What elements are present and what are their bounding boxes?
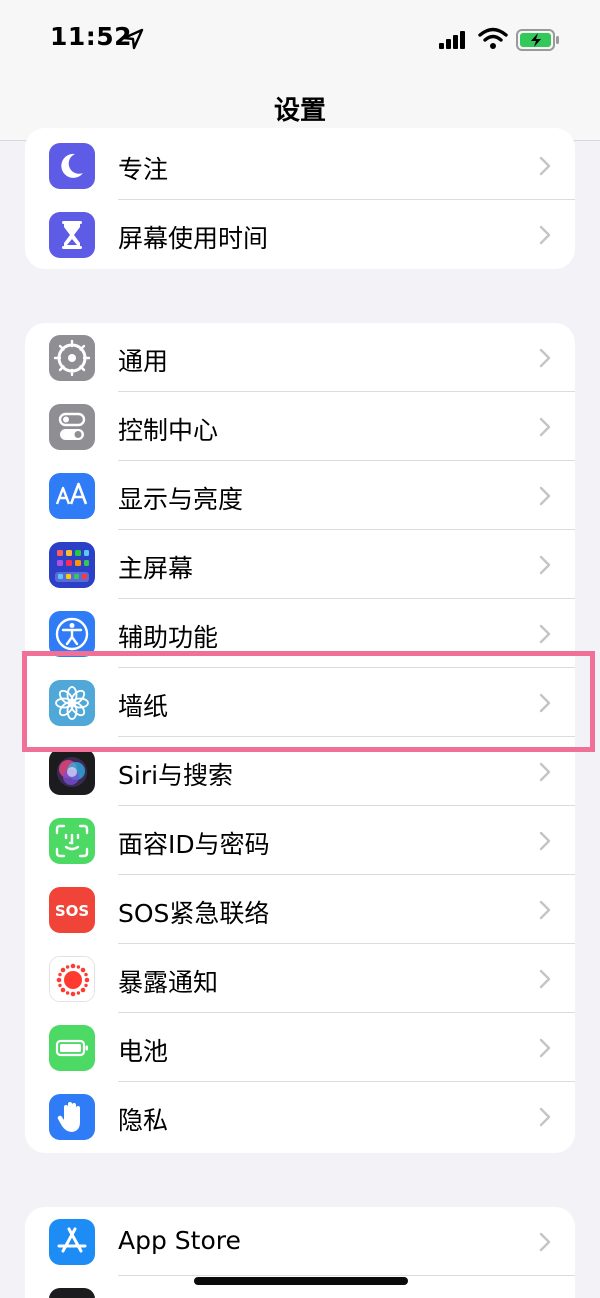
chevron-right-icon: [539, 555, 551, 575]
chevron-right-icon: [539, 1038, 551, 1058]
settings-row-face-id[interactable]: 面容ID与密码: [25, 806, 575, 875]
chevron-right-icon: [539, 486, 551, 506]
wifi-icon: [478, 27, 508, 49]
face-id-icon: [49, 818, 95, 864]
page-title: 设置: [273, 96, 326, 126]
chevron-right-icon: [539, 1107, 551, 1127]
moon-icon: [49, 143, 95, 189]
sos-icon: SOS: [49, 887, 95, 933]
settings-row-label: App Store: [118, 1226, 241, 1255]
wallet-icon: [49, 1288, 95, 1298]
chevron-right-icon: [539, 831, 551, 851]
svg-text:SOS: SOS: [55, 902, 89, 920]
siri-orb-icon: [49, 749, 95, 795]
settings-row-battery[interactable]: 电池: [25, 1013, 575, 1082]
hand-icon: [49, 1094, 95, 1140]
settings-row-label: 显示与亮度: [118, 485, 244, 514]
settings-row-label: 隐私: [118, 1106, 169, 1135]
settings-row-label: 通用: [118, 347, 169, 376]
settings-row-wallpaper[interactable]: 墙纸: [25, 668, 575, 737]
text-size-icon: [49, 473, 95, 519]
settings-row-label: 屏幕使用时间: [118, 224, 269, 253]
settings-row-label: 电池: [118, 1037, 169, 1066]
chevron-right-icon: [539, 762, 551, 782]
chevron-right-icon: [539, 900, 551, 920]
app-store-icon: [49, 1219, 95, 1265]
settings-row-label: 面容ID与密码: [118, 830, 270, 859]
settings-row-control-center[interactable]: 控制中心: [25, 392, 575, 461]
settings-row-privacy[interactable]: 隐私: [25, 1082, 575, 1151]
accessibility-icon: [49, 611, 95, 657]
settings-row-general[interactable]: 通用: [25, 323, 575, 392]
settings-row-label: 暴露通知: [118, 968, 219, 997]
location-arrow-icon: [122, 28, 144, 50]
chevron-right-icon: [539, 156, 551, 176]
settings-row-label: 专注: [118, 155, 169, 184]
status-bar: 11:52: [0, 0, 600, 80]
exposure-dots-icon: [49, 956, 95, 1002]
settings-group-focus: 专注 屏幕使用时间: [25, 128, 575, 269]
settings-row-home-screen[interactable]: 主屏幕: [25, 530, 575, 599]
chevron-right-icon: [539, 348, 551, 368]
cellular-signal-icon: [439, 31, 465, 49]
settings-row-label: 控制中心: [118, 416, 219, 445]
battery-charging-icon: [516, 29, 559, 51]
gear-icon: [49, 335, 95, 381]
settings-row-emergency-sos[interactable]: SOS SOS紧急联络: [25, 875, 575, 944]
settings-row-label: 主屏幕: [118, 554, 194, 583]
app-grid-icon: [49, 542, 95, 588]
status-time: 11:52: [50, 22, 133, 51]
settings-row-label: SOS紧急联络: [118, 899, 270, 928]
settings-row-siri-search[interactable]: Siri与搜索: [25, 737, 575, 806]
chevron-right-icon: [539, 417, 551, 437]
chevron-right-icon: [539, 225, 551, 245]
battery-icon: [49, 1025, 95, 1071]
settings-row-display-brightness[interactable]: 显示与亮度: [25, 461, 575, 530]
chevron-right-icon: [539, 969, 551, 989]
settings-row-app-store[interactable]: App Store: [25, 1207, 575, 1276]
settings-row-label: Siri与搜索: [118, 761, 234, 790]
settings-row-label: 辅助功能: [118, 623, 219, 652]
settings-row-label: 墙纸: [118, 692, 169, 721]
toggle-switches-icon: [49, 404, 95, 450]
settings-row-focus[interactable]: 专注: [25, 131, 575, 200]
settings-row-screen-time[interactable]: 屏幕使用时间: [25, 200, 575, 269]
settings-row-exposure-notifications[interactable]: 暴露通知: [25, 944, 575, 1013]
flower-icon: [49, 680, 95, 726]
settings-group-main: 通用 控制中心 显示与亮度 主屏幕 辅助功能 墙纸 Siri与搜索 面容ID与密…: [25, 323, 575, 1153]
chevron-right-icon: [539, 1232, 551, 1252]
chevron-right-icon: [539, 693, 551, 713]
home-indicator[interactable]: [194, 1277, 408, 1285]
hourglass-icon: [49, 212, 95, 258]
settings-row-accessibility[interactable]: 辅助功能: [25, 599, 575, 668]
chevron-right-icon: [539, 624, 551, 644]
